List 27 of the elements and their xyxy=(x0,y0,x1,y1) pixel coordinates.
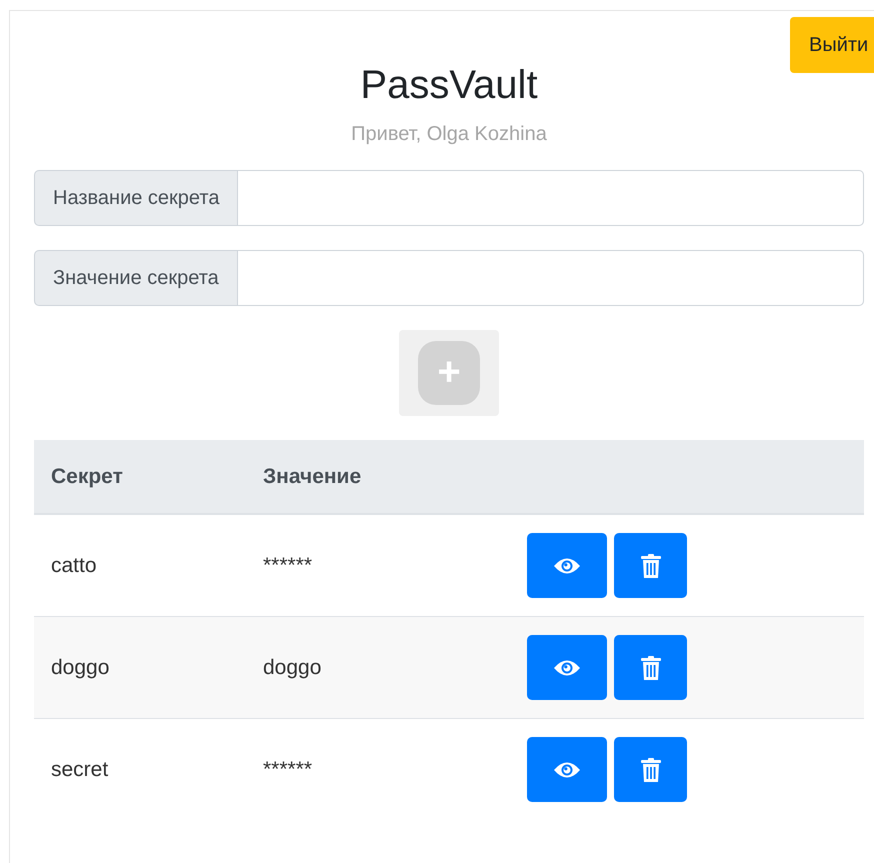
delete-button[interactable] xyxy=(614,737,687,802)
field-label: Название секрета xyxy=(34,170,238,226)
input-field[interactable] xyxy=(238,170,864,226)
field-label: Значение секрета xyxy=(34,250,238,306)
trash-icon xyxy=(640,758,660,782)
app-title: PassVault xyxy=(360,62,538,109)
show-button[interactable] xyxy=(527,737,607,802)
table-cell: doggo xyxy=(246,616,510,718)
show-button[interactable] xyxy=(527,635,607,700)
eye-icon xyxy=(553,760,581,778)
table-cell: ****** xyxy=(246,718,510,820)
input-field[interactable] xyxy=(238,250,864,306)
delete-button[interactable] xyxy=(614,635,687,700)
trash-icon xyxy=(640,656,660,680)
table-cell: secret xyxy=(34,718,246,820)
eye-icon xyxy=(553,556,581,574)
delete-button[interactable] xyxy=(614,533,687,598)
logout-button[interactable]: Выйти xyxy=(790,17,874,73)
trash-icon xyxy=(640,554,660,578)
column-header: Секрет xyxy=(34,440,246,514)
table-cell: catto xyxy=(34,514,246,616)
greeting-text: Привет, Olga Kozhina xyxy=(350,122,548,146)
table-cell: doggo xyxy=(34,616,246,718)
eye-icon xyxy=(553,658,581,676)
column-header: Значение xyxy=(246,440,510,514)
table-cell: ****** xyxy=(246,514,510,616)
show-button[interactable] xyxy=(527,533,607,598)
